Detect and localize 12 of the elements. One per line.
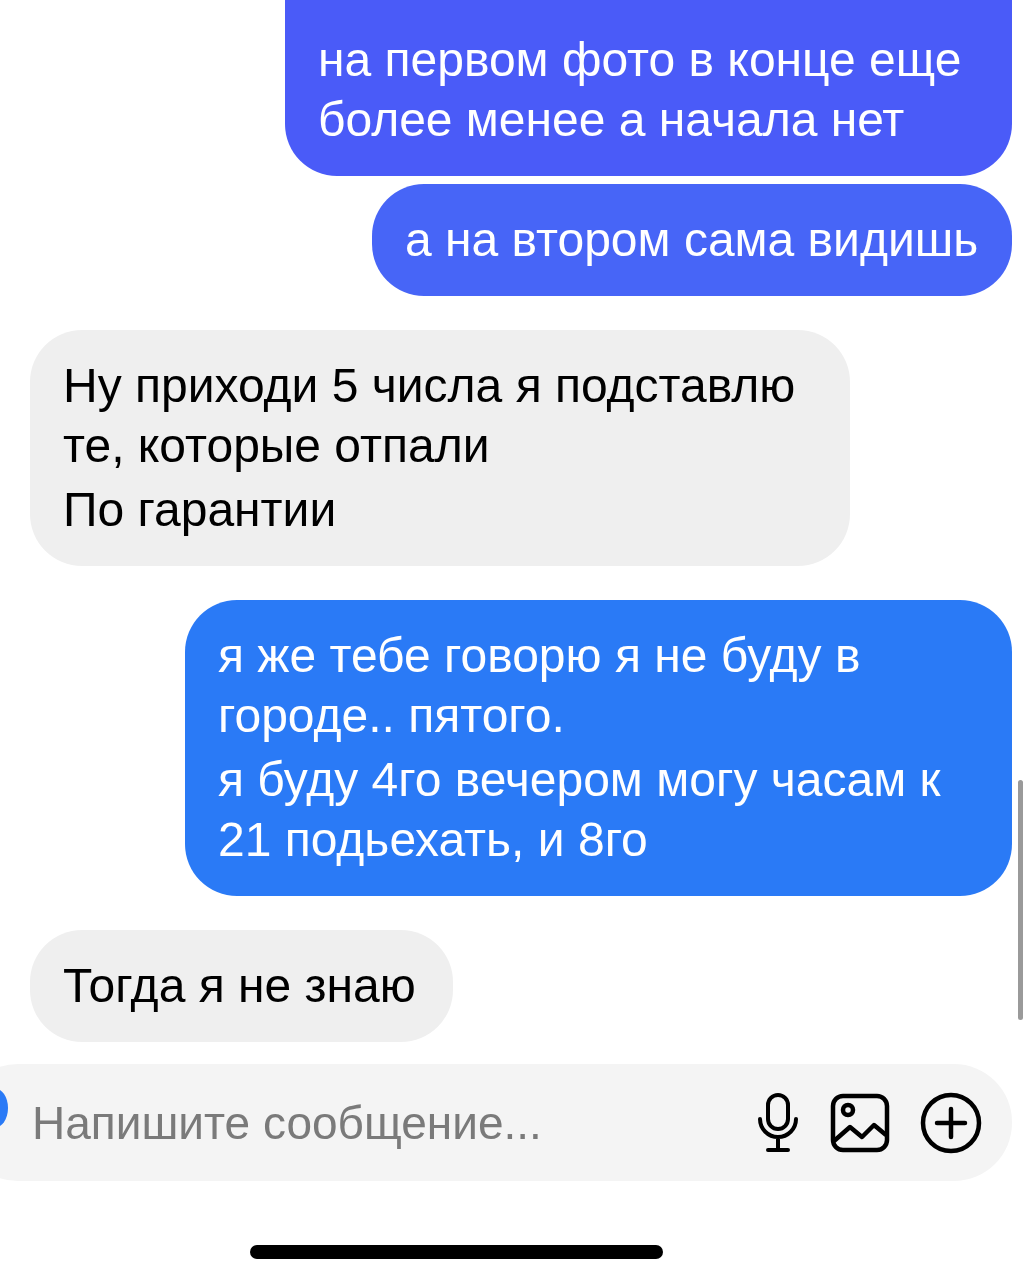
microphone-icon[interactable] — [756, 1092, 800, 1153]
message-text: я буду 4го вечером могу часам к 21 подьехать, и 8го — [218, 752, 942, 868]
message-text: Тогда я не знаю — [63, 958, 417, 1014]
message-text: По гарантии — [63, 482, 338, 538]
image-icon[interactable] — [830, 1092, 890, 1153]
message-text: я же тебе говорю я не буду в городе.. пятого. — [218, 628, 862, 744]
composer-bar[interactable]: Напишите сообщение... — [0, 1064, 1012, 1181]
message-text: на первом фото в конце еще более менее а начала нет — [318, 32, 963, 148]
add-icon[interactable] — [920, 1091, 982, 1154]
message-text: Ну приходи 5 числа я подставлю те, которые отпали — [63, 358, 797, 474]
message-field[interactable]: Напишите сообщение... — [30, 1094, 726, 1151]
message-text: а на втором сама видишь — [405, 212, 979, 268]
